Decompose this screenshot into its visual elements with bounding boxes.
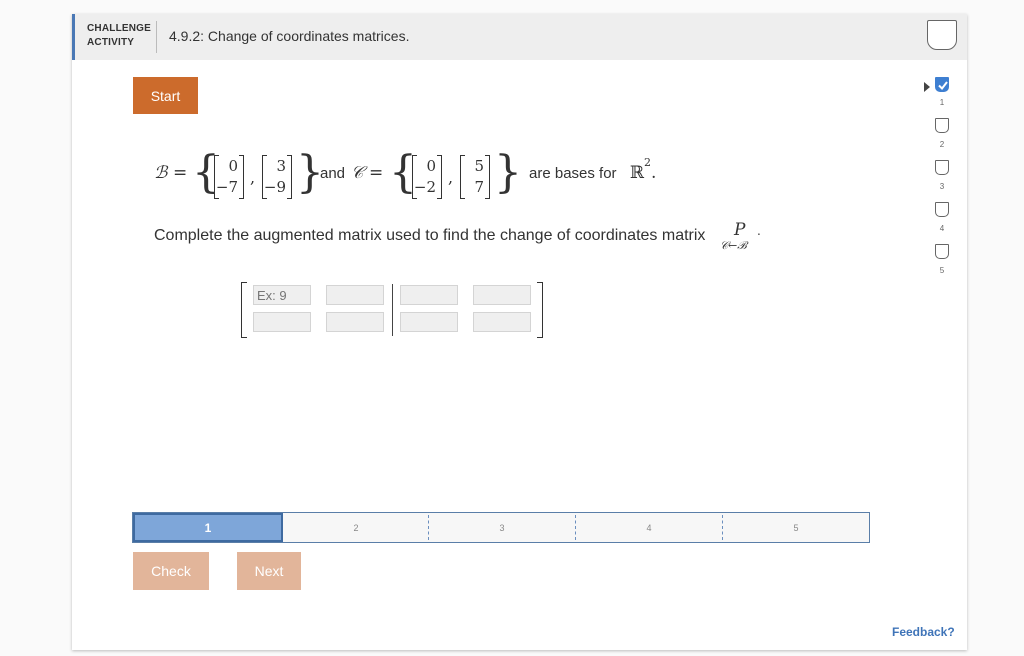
matrix-bracket-left <box>241 282 247 338</box>
basis-b-vector-2: 3 −9 <box>262 155 292 199</box>
vector-entry: −9 <box>263 178 286 196</box>
basis-c-vector-2: 5 7 <box>460 155 490 199</box>
current-level-arrow-icon <box>924 82 930 92</box>
check-button[interactable]: Check <box>133 552 209 590</box>
period: . <box>651 163 657 183</box>
bases-suffix-text: are bases for <box>529 165 617 182</box>
brace-close: } <box>494 147 522 198</box>
real-space-symbol: ℝ <box>630 163 645 183</box>
equals-sign: = <box>173 163 188 183</box>
augmented-matrix <box>241 282 546 340</box>
vector-entry: 0 <box>426 157 436 175</box>
activity-header: CHALLENGE ACTIVITY 4.9.2: Change of coor… <box>72 14 967 60</box>
vector-entry: −7 <box>215 178 238 196</box>
checkmark-icon <box>935 77 949 92</box>
level-number: 4 <box>939 224 945 233</box>
matrix-cell-r2c4[interactable] <box>473 312 531 332</box>
level-number: 1 <box>939 98 945 107</box>
completion-badge-icon <box>927 20 957 50</box>
instruction-text: Complete the augmented matrix used to fi… <box>154 227 705 245</box>
bases-equation: ℬ = { 0 −7 , 3 −9 } and 𝒞 = { 0 −2 , 5 7 <box>154 150 754 202</box>
vector-entry: 5 <box>474 157 484 175</box>
and-text: and <box>320 165 346 182</box>
matrix-cell-r1c3[interactable] <box>400 285 458 305</box>
comma: , <box>448 168 454 187</box>
level-box-icon <box>935 244 949 259</box>
activity-title: 4.9.2: Change of coordinates matrices. <box>169 28 410 44</box>
activity-type-line2: ACTIVITY <box>87 37 135 48</box>
activity-type-label: CHALLENGE ACTIVITY <box>87 22 151 50</box>
vector-entry: 0 <box>228 157 238 175</box>
period: . <box>757 224 761 238</box>
matrix-bracket-right <box>537 282 543 338</box>
feedback-link[interactable]: Feedback? <box>892 625 955 639</box>
matrix-p-symbol: P <box>734 220 746 240</box>
level-progress-bar: 1 2 3 4 5 <box>132 512 870 543</box>
start-button[interactable]: Start <box>133 77 198 114</box>
challenge-activity-card: CHALLENGE ACTIVITY 4.9.2: Change of coor… <box>72 14 967 650</box>
matrix-cell-r2c2[interactable] <box>326 312 384 332</box>
header-divider <box>156 21 157 53</box>
comma: , <box>250 168 256 187</box>
level-box-icon <box>935 118 949 133</box>
level-number: 2 <box>939 140 945 149</box>
progress-segment-2[interactable]: 2 <box>283 513 429 542</box>
basis-b-symbol: ℬ <box>154 163 168 183</box>
instruction-label: Complete the augmented matrix used to fi… <box>154 227 706 244</box>
progress-segment-4[interactable]: 4 <box>576 513 722 542</box>
matrix-cell-r1c4[interactable] <box>473 285 531 305</box>
header-accent-bar <box>72 14 75 60</box>
activity-type-line1: CHALLENGE <box>87 23 152 34</box>
matrix-cell-r2c3[interactable] <box>400 312 458 332</box>
real-space-exponent: 2 <box>644 156 651 169</box>
basis-c-symbol: 𝒞 <box>351 163 364 183</box>
vector-entry: 7 <box>474 178 484 196</box>
progress-segment-3[interactable]: 3 <box>429 513 575 542</box>
change-of-coordinates-matrix-symbol: P 𝒞←ℬ . <box>720 220 780 260</box>
equals-sign: = <box>369 163 384 183</box>
level-box-icon <box>935 202 949 217</box>
basis-c-vector-1: 0 −2 <box>412 155 442 199</box>
level-box-icon <box>935 160 949 175</box>
matrix-cell-r2c1[interactable] <box>253 312 311 332</box>
augmented-divider <box>392 284 393 336</box>
matrix-cell-r1c2[interactable] <box>326 285 384 305</box>
matrix-cell-r1c1[interactable] <box>253 285 311 305</box>
progress-segment-1[interactable]: 1 <box>133 513 283 542</box>
next-button[interactable]: Next <box>237 552 301 590</box>
matrix-subscript: 𝒞←ℬ <box>720 239 747 252</box>
level-number: 5 <box>939 266 945 275</box>
level-number: 3 <box>939 182 945 191</box>
basis-b-vector-1: 0 −7 <box>214 155 244 199</box>
vector-entry: −2 <box>413 178 436 196</box>
vector-entry: 3 <box>276 157 286 175</box>
progress-segment-5[interactable]: 5 <box>723 513 869 542</box>
